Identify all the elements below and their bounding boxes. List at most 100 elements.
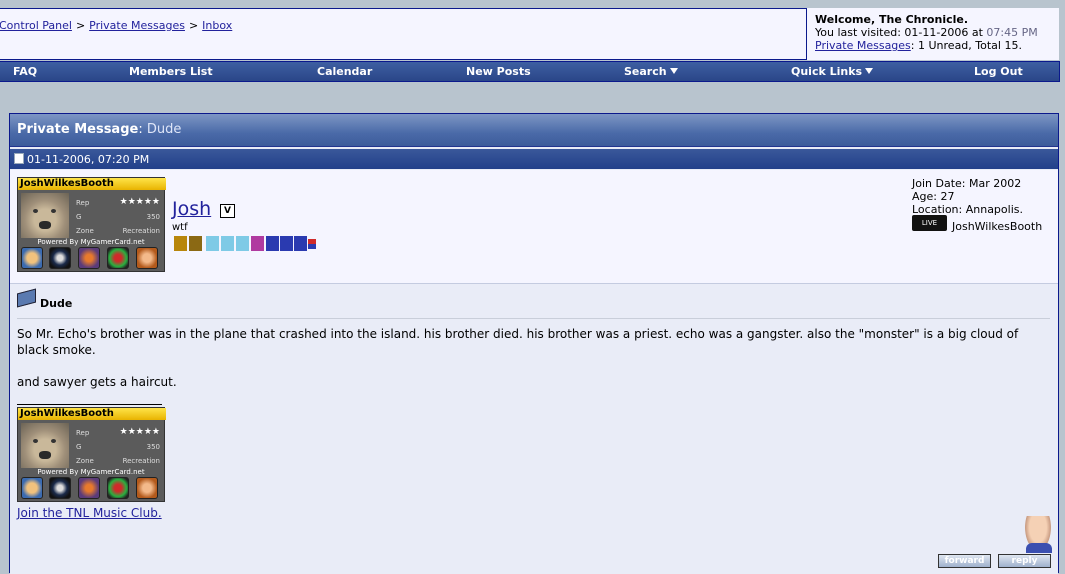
user-stats: Join Date: Mar 2002 Age: 27 Location: An… xyxy=(912,177,1023,216)
xbox-gamertag: JoshWilkesBooth xyxy=(952,220,1043,233)
smiley-avatar-icon xyxy=(1023,516,1053,554)
gamercard-powered: Powered By MyGamerCard.net xyxy=(37,468,145,476)
gamercard-score: G 350 xyxy=(76,443,162,451)
gamercard-score-value: 350 xyxy=(146,443,160,451)
nav-quick-links[interactable]: Quick Links xyxy=(791,65,874,78)
game-tile xyxy=(21,477,43,499)
gamercard-gamertag: JoshWilkesBooth xyxy=(18,408,166,420)
nav-calendar[interactable]: Calendar xyxy=(317,65,372,78)
award-icon xyxy=(266,236,279,251)
gamercard-rep-label: Rep xyxy=(76,429,90,437)
gamercard-rep-stars: ★★★★★ xyxy=(119,427,160,437)
game-tile xyxy=(107,247,129,269)
award-icon xyxy=(174,236,187,251)
signature-gamercard[interactable]: JoshWilkesBooth Rep ★★★★★ G 350 Zone Recrea… xyxy=(17,407,166,502)
gamercard-zone-value: Recreation xyxy=(122,457,160,465)
last-visited-label: You last visited: 01-11-2006 at xyxy=(815,26,983,39)
private-message-panel: Private Message: Dude 01-11-2006, 07:20 … xyxy=(9,113,1059,574)
game-tile xyxy=(136,247,158,269)
gamercard-score-label: G xyxy=(76,213,82,221)
welcome-greeting: Welcome, The Chronicle. xyxy=(815,13,969,26)
gamercard-gamertag: JoshWilkesBooth xyxy=(18,178,166,190)
signature-link[interactable]: Join the TNL Music Club. xyxy=(17,506,162,520)
award-icon xyxy=(251,236,264,251)
game-tile xyxy=(107,477,129,499)
top-bar: Control Panel > Private Messages > Inbox Wel… xyxy=(0,8,1059,60)
welcome-box: Welcome, The Chronicle. You last visited… xyxy=(806,8,1059,60)
reply-button[interactable]: reply xyxy=(998,554,1051,568)
flag-icon xyxy=(308,239,316,249)
award-icon xyxy=(236,236,249,251)
pm-header: Private Message: Dude xyxy=(10,114,1058,147)
gamercard-score: G 350 xyxy=(76,213,162,221)
breadcrumb-inbox[interactable]: Inbox xyxy=(202,19,232,32)
last-visited-time: 07:45 PM xyxy=(986,26,1038,39)
message-icon xyxy=(17,288,36,308)
gamercard-zone: Zone Recreation xyxy=(76,227,162,235)
private-messages-link[interactable]: Private Messages xyxy=(815,39,911,52)
pm-header-subject: Dude xyxy=(146,122,182,137)
message-paragraph: and sawyer gets a haircut. xyxy=(17,375,177,389)
game-tile xyxy=(78,247,100,269)
gamercard-zone: Zone Recreation xyxy=(76,457,162,465)
message-divider xyxy=(17,318,1050,319)
last-visited: You last visited: 01-11-2006 at 07:45 PM xyxy=(815,26,1059,39)
breadcrumb-control-panel[interactable]: Control Panel xyxy=(0,19,72,32)
join-date: Join Date: Mar 2002 xyxy=(912,177,1022,190)
gamercard-avatar xyxy=(21,423,69,468)
game-tile xyxy=(78,477,100,499)
gamercard-powered: Powered By MyGamerCard.net xyxy=(37,238,145,246)
v-badge-icon: V xyxy=(220,204,235,218)
username-link[interactable]: Josh xyxy=(172,198,211,220)
pm-date-bar: 01-11-2006, 07:20 PM xyxy=(10,149,1058,169)
gamercard-avatar xyxy=(21,193,69,238)
breadcrumb-separator: > xyxy=(188,19,199,32)
game-tile xyxy=(49,477,71,499)
gamercard-score-value: 350 xyxy=(146,213,160,221)
forward-button[interactable]: forward xyxy=(938,554,991,568)
age: Age: 27 xyxy=(912,190,955,203)
nav-members-list[interactable]: Members List xyxy=(129,65,213,78)
gamercard-zone-label: Zone xyxy=(76,227,94,235)
nav-quick-links-label: Quick Links xyxy=(791,65,863,78)
pm-status: 1 Unread, Total 15. xyxy=(918,39,1022,52)
message-paragraph: So Mr. Echo's brother was in the plane t… xyxy=(17,327,1019,357)
xbox-live-text: LIVE xyxy=(921,219,938,227)
game-tile xyxy=(49,247,71,269)
gamercard-zone-value: Recreation xyxy=(122,227,160,235)
chevron-down-icon xyxy=(865,68,874,74)
user-title: wtf xyxy=(172,222,188,233)
award-icon xyxy=(189,236,202,251)
message-body: So Mr. Echo's brother was in the plane t… xyxy=(17,326,1052,406)
nav-search[interactable]: Search xyxy=(624,65,678,78)
message-title: Dude xyxy=(40,297,73,310)
pm-summary: Private Messages: 1 Unread, Total 15. xyxy=(815,39,1022,52)
breadcrumb-private-messages[interactable]: Private Messages xyxy=(89,19,185,32)
nav-new-posts[interactable]: New Posts xyxy=(466,65,531,78)
gamercard-rep: Rep ★★★★★ xyxy=(76,197,162,207)
gamercard-score-label: G xyxy=(76,443,82,451)
game-tile xyxy=(136,477,158,499)
breadcrumb-separator: > xyxy=(75,19,86,32)
signature-divider xyxy=(17,404,162,405)
message-area: Dude So Mr. Echo's brother was in the pl… xyxy=(10,284,1058,574)
nav-faq[interactable]: FAQ xyxy=(13,65,37,78)
breadcrumb: Control Panel > Private Messages > Inbox xyxy=(0,19,232,32)
chevron-down-icon xyxy=(669,68,678,74)
award-icon xyxy=(221,236,234,251)
nav-log-out[interactable]: Log Out xyxy=(974,65,1023,78)
gamercard-zone-label: Zone xyxy=(76,457,94,465)
game-tile xyxy=(21,247,43,269)
award-icon xyxy=(280,236,293,251)
navbar: FAQ Members List Calendar New Posts Sear… xyxy=(0,61,1060,82)
award-icon xyxy=(206,236,219,251)
nav-search-label: Search xyxy=(624,65,667,78)
pm-date: 01-11-2006, 07:20 PM xyxy=(27,153,150,166)
pm-header-label: Private Message xyxy=(17,122,139,137)
award-icon xyxy=(294,236,307,251)
gamercard[interactable]: JoshWilkesBooth Rep ★★★★★ G 350 Zone Recrea… xyxy=(17,177,166,272)
gamercard-rep-stars: ★★★★★ xyxy=(119,197,160,207)
gamercard-rep-label: Rep xyxy=(76,199,90,207)
user-info: JoshWilkesBooth Rep ★★★★★ G 350 Zone Recrea… xyxy=(10,170,1058,284)
gamercard-rep: Rep ★★★★★ xyxy=(76,427,162,437)
